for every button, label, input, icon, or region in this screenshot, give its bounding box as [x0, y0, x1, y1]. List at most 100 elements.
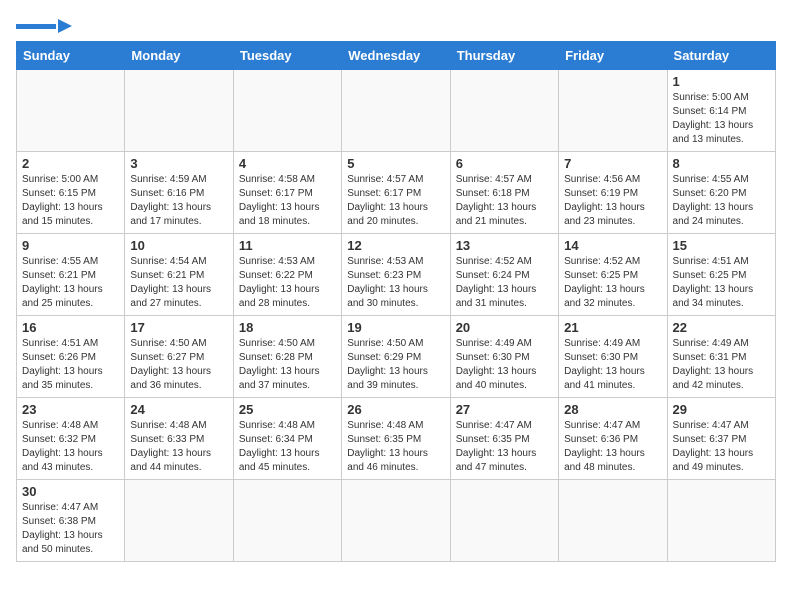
day-info: Sunrise: 4:49 AM Sunset: 6:30 PM Dayligh… [564, 337, 661, 393]
header [16, 16, 776, 33]
day-number: 7 [564, 156, 661, 171]
calendar-cell [450, 70, 558, 152]
day-number: 6 [456, 156, 553, 171]
day-number: 30 [22, 484, 119, 499]
calendar-cell [342, 480, 450, 562]
day-number: 25 [239, 402, 336, 417]
calendar-cell: 19 Sunrise: 4:50 AM Sunset: 6:29 PM Dayli… [342, 316, 450, 398]
calendar-cell: 24Sunrise: 4:48 AM Sunset: 6:33 PM Dayli… [125, 398, 233, 480]
day-number: 5 [347, 156, 444, 171]
calendar-cell: 10Sunrise: 4:54 AM Sunset: 6:21 PM Dayli… [125, 234, 233, 316]
day-info: Sunrise: 4:56 AM Sunset: 6:19 PM Dayligh… [564, 173, 661, 229]
logo [16, 16, 72, 33]
day-info: Sunrise: 4:55 AM Sunset: 6:20 PM Dayligh… [673, 173, 770, 229]
calendar-cell: 7 Sunrise: 4:56 AM Sunset: 6:19 PM Daylig… [559, 152, 667, 234]
day-info: Sunrise: 4:48 AM Sunset: 6:32 PM Dayligh… [22, 419, 119, 475]
logo-bar [16, 24, 56, 29]
calendar-cell: 1Sunrise: 5:00 AM Sunset: 6:14 PM Daylig… [667, 70, 775, 152]
calendar-cell [125, 70, 233, 152]
day-info: Sunrise: 4:57 AM Sunset: 6:18 PM Dayligh… [456, 173, 553, 229]
week-row-1: 1Sunrise: 5:00 AM Sunset: 6:14 PM Daylig… [17, 70, 776, 152]
day-info: Sunrise: 4:47 AM Sunset: 6:38 PM Dayligh… [22, 501, 119, 557]
day-number: 1 [673, 74, 770, 89]
header-cell-sunday: Sunday [17, 42, 125, 70]
calendar-cell [450, 480, 558, 562]
day-info: Sunrise: 4:55 AM Sunset: 6:21 PM Dayligh… [22, 255, 119, 311]
calendar-cell: 27 Sunrise: 4:47 AM Sunset: 6:35 PM Dayli… [450, 398, 558, 480]
calendar-cell [17, 70, 125, 152]
calendar-cell: 20Sunrise: 4:49 AM Sunset: 6:30 PM Dayli… [450, 316, 558, 398]
calendar-cell: 11Sunrise: 4:53 AM Sunset: 6:22 PM Dayli… [233, 234, 341, 316]
day-info: Sunrise: 4:59 AM Sunset: 6:16 PM Dayligh… [130, 173, 227, 229]
day-info: Sunrise: 4:50 AM Sunset: 6:28 PM Dayligh… [239, 337, 336, 393]
day-number: 28 [564, 402, 661, 417]
calendar-cell: 4Sunrise: 4:58 AM Sunset: 6:17 PM Daylig… [233, 152, 341, 234]
day-info: Sunrise: 4:53 AM Sunset: 6:22 PM Dayligh… [239, 255, 336, 311]
day-info: Sunrise: 4:54 AM Sunset: 6:21 PM Dayligh… [130, 255, 227, 311]
header-cell-tuesday: Tuesday [233, 42, 341, 70]
calendar-cell: 30 Sunrise: 4:47 AM Sunset: 6:38 PM Dayli… [17, 480, 125, 562]
calendar-table: SundayMondayTuesdayWednesdayThursdayFrid… [16, 41, 776, 562]
day-number: 2 [22, 156, 119, 171]
day-number: 20 [456, 320, 553, 335]
day-info: Sunrise: 4:50 AM Sunset: 6:27 PM Dayligh… [130, 337, 227, 393]
calendar-cell: 2 Sunrise: 5:00 AM Sunset: 6:15 PM Daylig… [17, 152, 125, 234]
header-cell-thursday: Thursday [450, 42, 558, 70]
day-number: 9 [22, 238, 119, 253]
calendar-cell [233, 70, 341, 152]
day-info: Sunrise: 4:53 AM Sunset: 6:23 PM Dayligh… [347, 255, 444, 311]
header-cell-wednesday: Wednesday [342, 42, 450, 70]
day-number: 14 [564, 238, 661, 253]
calendar-cell: 12 Sunrise: 4:53 AM Sunset: 6:23 PM Dayli… [342, 234, 450, 316]
day-number: 19 [347, 320, 444, 335]
day-number: 12 [347, 238, 444, 253]
day-info: Sunrise: 4:51 AM Sunset: 6:25 PM Dayligh… [673, 255, 770, 311]
day-number: 23 [22, 402, 119, 417]
calendar-cell: 29 Sunrise: 4:47 AM Sunset: 6:37 PM Dayli… [667, 398, 775, 480]
day-number: 15 [673, 238, 770, 253]
day-info: Sunrise: 4:57 AM Sunset: 6:17 PM Dayligh… [347, 173, 444, 229]
day-info: Sunrise: 4:52 AM Sunset: 6:25 PM Dayligh… [564, 255, 661, 311]
day-info: Sunrise: 4:50 AM Sunset: 6:29 PM Dayligh… [347, 337, 444, 393]
calendar-cell: 21Sunrise: 4:49 AM Sunset: 6:30 PM Dayli… [559, 316, 667, 398]
calendar-cell [559, 480, 667, 562]
week-row-3: 9 Sunrise: 4:55 AM Sunset: 6:21 PM Daylig… [17, 234, 776, 316]
day-number: 26 [347, 402, 444, 417]
calendar-body: 1Sunrise: 5:00 AM Sunset: 6:14 PM Daylig… [17, 70, 776, 562]
calendar-cell: 8Sunrise: 4:55 AM Sunset: 6:20 PM Daylig… [667, 152, 775, 234]
header-cell-friday: Friday [559, 42, 667, 70]
day-info: Sunrise: 4:47 AM Sunset: 6:35 PM Dayligh… [456, 419, 553, 475]
day-info: Sunrise: 4:47 AM Sunset: 6:37 PM Dayligh… [673, 419, 770, 475]
calendar-cell: 14 Sunrise: 4:52 AM Sunset: 6:25 PM Dayli… [559, 234, 667, 316]
logo-triangle [58, 19, 72, 33]
day-number: 27 [456, 402, 553, 417]
header-cell-saturday: Saturday [667, 42, 775, 70]
week-row-6: 30 Sunrise: 4:47 AM Sunset: 6:38 PM Dayli… [17, 480, 776, 562]
day-number: 29 [673, 402, 770, 417]
day-number: 18 [239, 320, 336, 335]
calendar-header: SundayMondayTuesdayWednesdayThursdayFrid… [17, 42, 776, 70]
day-info: Sunrise: 5:00 AM Sunset: 6:15 PM Dayligh… [22, 173, 119, 229]
calendar-cell: 22Sunrise: 4:49 AM Sunset: 6:31 PM Dayli… [667, 316, 775, 398]
calendar-cell: 5 Sunrise: 4:57 AM Sunset: 6:17 PM Daylig… [342, 152, 450, 234]
calendar-cell [342, 70, 450, 152]
calendar-cell: 17 Sunrise: 4:50 AM Sunset: 6:27 PM Dayli… [125, 316, 233, 398]
day-info: Sunrise: 4:48 AM Sunset: 6:35 PM Dayligh… [347, 419, 444, 475]
calendar-cell: 6 Sunrise: 4:57 AM Sunset: 6:18 PM Daylig… [450, 152, 558, 234]
day-info: Sunrise: 4:58 AM Sunset: 6:17 PM Dayligh… [239, 173, 336, 229]
calendar-cell [667, 480, 775, 562]
day-number: 17 [130, 320, 227, 335]
calendar-cell: 18 Sunrise: 4:50 AM Sunset: 6:28 PM Dayli… [233, 316, 341, 398]
day-number: 13 [456, 238, 553, 253]
day-info: Sunrise: 4:49 AM Sunset: 6:31 PM Dayligh… [673, 337, 770, 393]
header-row: SundayMondayTuesdayWednesdayThursdayFrid… [17, 42, 776, 70]
calendar-cell: 26 Sunrise: 4:48 AM Sunset: 6:35 PM Dayli… [342, 398, 450, 480]
day-info: Sunrise: 4:47 AM Sunset: 6:36 PM Dayligh… [564, 419, 661, 475]
day-number: 3 [130, 156, 227, 171]
week-row-5: 23 Sunrise: 4:48 AM Sunset: 6:32 PM Dayli… [17, 398, 776, 480]
day-number: 16 [22, 320, 119, 335]
day-number: 24 [130, 402, 227, 417]
calendar-cell: 3 Sunrise: 4:59 AM Sunset: 6:16 PM Daylig… [125, 152, 233, 234]
calendar-cell: 28 Sunrise: 4:47 AM Sunset: 6:36 PM Dayli… [559, 398, 667, 480]
calendar-cell: 9 Sunrise: 4:55 AM Sunset: 6:21 PM Daylig… [17, 234, 125, 316]
